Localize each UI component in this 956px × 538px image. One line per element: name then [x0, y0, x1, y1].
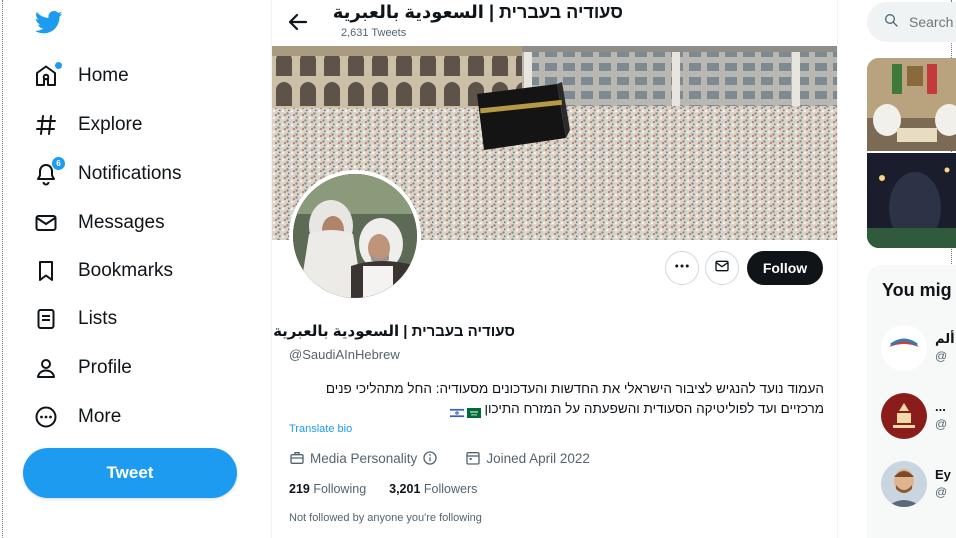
calendar-icon: [465, 450, 481, 466]
bell-icon: 6: [33, 157, 65, 187]
ellipsis-icon: [673, 257, 691, 280]
sidebar-item-bookmarks[interactable]: Bookmarks: [33, 249, 173, 293]
sidebar-item-label: Profile: [78, 357, 132, 378]
sidebar-item-home[interactable]: Home: [33, 54, 129, 98]
suggestion-avatar: [881, 461, 927, 507]
bio-flags: [449, 404, 481, 419]
notification-badge: 6: [52, 157, 65, 170]
hashtag-icon: [33, 112, 59, 138]
sidebar-item-explore[interactable]: Explore: [33, 103, 142, 147]
home-icon: [33, 62, 62, 89]
translate-bio-link[interactable]: Translate bio: [289, 423, 352, 435]
bookmark-icon: [33, 258, 59, 284]
envelope-icon: [33, 210, 59, 236]
profile-header-bar: סעודיה בעברית | السعودية بالعبرية 2,631 …: [272, 0, 837, 46]
followers-count: 3,201: [389, 482, 421, 496]
profile-avatar[interactable]: [289, 170, 421, 302]
sidebar-item-label: Messages: [78, 212, 165, 233]
who-to-follow-panel: You mig ألم @ ... @ Ey @: [867, 265, 956, 538]
bio-text: העמוד נועד להנגיש לציבור הישראלי את החדש…: [325, 381, 824, 416]
profile-display-name: סעודיה בעברית | السعودية بالعبرية: [273, 323, 515, 340]
follow-button[interactable]: Follow: [747, 251, 823, 285]
suggestion-handle: @: [935, 417, 948, 431]
suggestion-item[interactable]: ألم @: [881, 325, 956, 375]
following-label: Following: [313, 482, 367, 496]
list-icon: [33, 306, 59, 332]
following-link[interactable]: 219 Following: [289, 482, 366, 496]
profile-column: סעודיה בעברית | السعودية بالعبرية 2,631 …: [271, 0, 838, 538]
israel-flag-icon: [449, 404, 464, 419]
tweet-button[interactable]: Tweet: [23, 448, 237, 498]
search-input[interactable]: [909, 14, 956, 30]
search-icon: [883, 12, 899, 33]
envelope-icon: [714, 258, 730, 279]
back-arrow-icon[interactable]: [286, 10, 310, 34]
sidebar-item-more[interactable]: More: [33, 395, 121, 439]
sidebar-item-label: Notifications: [78, 163, 182, 184]
briefcase-icon: [289, 450, 305, 466]
followers-label: Followers: [423, 482, 478, 496]
tweet-count: 2,631 Tweets: [341, 27, 407, 39]
who-to-follow-title: You mig: [882, 280, 952, 300]
profile-category: Media Personality: [310, 450, 418, 466]
more-circle-icon: [33, 404, 59, 430]
more-options-button[interactable]: [665, 251, 699, 285]
message-button[interactable]: [705, 251, 739, 285]
profile-meta: Media Personality Joined April 2022: [289, 450, 590, 466]
sidebar-item-messages[interactable]: Messages: [33, 201, 165, 245]
right-sidebar: You mig ألم @ ... @ Ey @: [838, 0, 956, 538]
sidebar-item-notifications[interactable]: 6 Notifications: [33, 152, 182, 196]
suggestion-avatar: [881, 393, 927, 439]
following-count: 219: [289, 482, 310, 496]
suggestion-avatar: [881, 325, 927, 371]
header-title: סעודיה בעברית | السعودية بالعبرية: [332, 2, 623, 22]
twitter-logo-icon[interactable]: [33, 8, 65, 36]
suggestion-name: ألم: [935, 331, 955, 346]
joined-date: Joined April 2022: [486, 450, 590, 466]
sidebar-item-label: More: [78, 406, 122, 427]
suggestion-name: Ey: [935, 467, 951, 482]
saudi-flag-icon: [466, 404, 481, 419]
suggestion-handle: @: [935, 349, 948, 363]
sidebar: Home Explore 6 Notifications Messages Bo…: [0, 0, 270, 538]
follow-counts: 219 Following 3,201 Followers: [289, 482, 477, 496]
person-icon: [33, 355, 59, 381]
suggestion-handle: @: [935, 485, 948, 499]
media-preview-grid[interactable]: [867, 58, 956, 248]
sidebar-item-lists[interactable]: Lists: [33, 297, 117, 341]
followers-link[interactable]: 3,201 Followers: [389, 482, 477, 496]
sidebar-item-profile[interactable]: Profile: [33, 346, 132, 390]
sidebar-item-label: Lists: [78, 308, 118, 329]
sidebar-item-label: Explore: [78, 114, 143, 135]
profile-bio: העמוד נועד להנגיש לציבור הישראלי את החדש…: [289, 379, 824, 419]
search-box[interactable]: [867, 2, 956, 42]
suggestion-item[interactable]: ... @: [881, 393, 956, 443]
sidebar-item-label: Bookmarks: [78, 260, 174, 281]
info-icon[interactable]: [422, 450, 438, 466]
profile-handle: @SaudiAInHebrew: [289, 347, 400, 362]
suggestion-name: ...: [935, 399, 946, 414]
followed-by-note: Not followed by anyone you're following: [289, 512, 482, 524]
suggestion-item[interactable]: Ey @: [881, 461, 956, 511]
sidebar-item-label: Home: [78, 65, 129, 86]
home-new-dot: [55, 62, 62, 69]
